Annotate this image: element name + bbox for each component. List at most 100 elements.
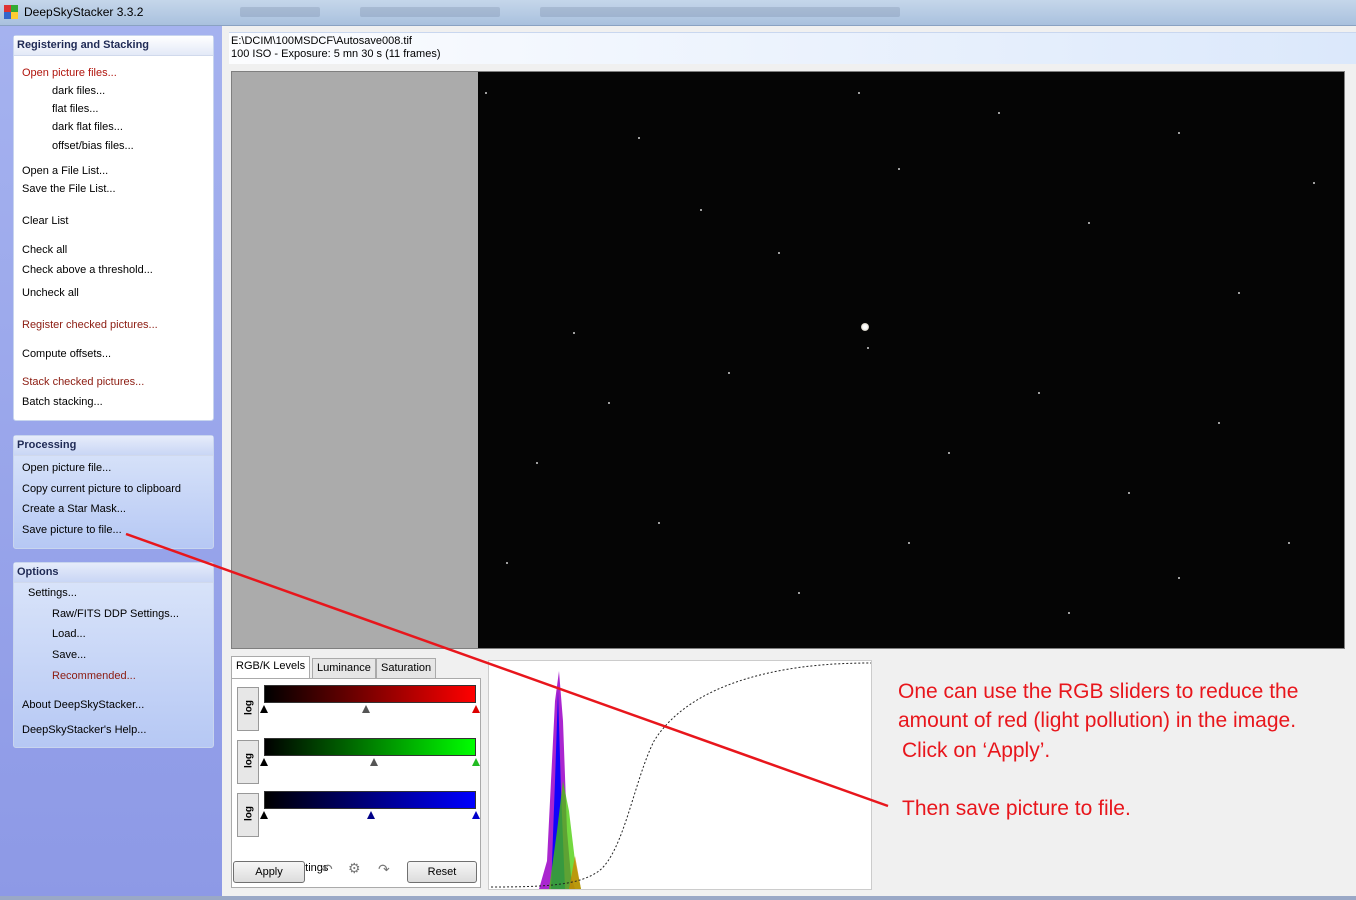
red-low-handle[interactable] <box>260 705 268 713</box>
left-panel: Registering and Stacking Open picture fi… <box>0 26 222 898</box>
star <box>798 592 800 594</box>
histogram <box>488 660 872 890</box>
red-mid-handle[interactable] <box>362 705 370 713</box>
offset-bias-files-link[interactable]: offset/bias files... <box>52 140 134 152</box>
blue-log-toggle[interactable]: log <box>237 793 259 837</box>
green-mid-handle[interactable] <box>370 758 378 766</box>
file-info-header: E:\DCIM\100MSDCF\Autosave008.tif 100 ISO… <box>229 32 1356 64</box>
recommended-settings-link[interactable]: Recommended... <box>52 670 136 682</box>
create-star-mask-link[interactable]: Create a Star Mask... <box>22 503 126 515</box>
register-checked-link[interactable]: Register checked pictures... <box>22 319 158 331</box>
star <box>998 112 1000 114</box>
processing-group-title: Processing <box>14 436 213 456</box>
annotation-line-1: One can use the RGB sliders to reduce th… <box>898 680 1299 703</box>
red-high-handle[interactable] <box>472 705 480 713</box>
green-log-toggle[interactable]: log <box>237 740 259 784</box>
log-label: log <box>243 753 255 768</box>
star <box>485 92 487 94</box>
copy-to-clipboard-link[interactable]: Copy current picture to clipboard <box>22 483 181 495</box>
star <box>658 522 660 524</box>
blue-low-handle[interactable] <box>260 811 268 819</box>
blue-gradient <box>264 791 476 809</box>
star <box>573 332 575 334</box>
options-group-title: Options <box>14 563 213 583</box>
window-bottom-border <box>0 896 1356 900</box>
log-label: log <box>243 700 255 715</box>
tab-luminance[interactable]: Luminance <box>312 658 376 678</box>
tab-rgb-levels[interactable]: RGB/K Levels <box>231 656 311 678</box>
help-link[interactable]: DeepSkyStacker's Help... <box>22 724 146 736</box>
red-slider-track[interactable] <box>264 704 476 722</box>
star <box>1178 577 1180 579</box>
flat-files-link[interactable]: flat files... <box>52 103 98 115</box>
batch-stacking-link[interactable]: Batch stacking... <box>22 396 103 408</box>
star <box>1178 132 1180 134</box>
star <box>1068 612 1070 614</box>
dark-files-link[interactable]: dark files... <box>52 85 105 97</box>
open-file-list-link[interactable]: Open a File List... <box>22 165 108 177</box>
save-settings-link[interactable]: Save... <box>52 649 86 661</box>
star <box>1288 542 1290 544</box>
raw-fits-settings-link[interactable]: Raw/FITS DDP Settings... <box>52 608 179 620</box>
open-picture-file-link[interactable]: Open picture file... <box>22 462 111 474</box>
annotation-line-4: Then save picture to file. <box>902 797 1131 820</box>
redo-icon[interactable]: ↷ <box>378 861 390 878</box>
red-slider-row: log <box>235 683 480 733</box>
green-high-handle[interactable] <box>472 758 480 766</box>
star <box>948 452 950 454</box>
reset-button[interactable]: Reset <box>407 861 477 883</box>
blue-mid-handle[interactable] <box>367 811 375 819</box>
rgb-levels-panel: log log log Linked settings <box>231 678 481 888</box>
check-all-link[interactable]: Check all <box>22 244 67 256</box>
save-picture-to-file-link[interactable]: Save picture to file... <box>22 524 122 536</box>
title-bar: DeepSkyStacker 3.3.2 <box>0 0 1356 26</box>
histogram-plot <box>490 662 872 889</box>
apply-button[interactable]: Apply <box>233 861 305 883</box>
star <box>608 402 610 404</box>
stacked-image[interactable] <box>478 72 1344 648</box>
tab-saturation[interactable]: Saturation <box>376 658 437 678</box>
uncheck-all-link[interactable]: Uncheck all <box>22 287 79 299</box>
open-picture-files-link[interactable]: Open picture files... <box>22 67 117 79</box>
green-gradient <box>264 738 476 756</box>
star <box>858 92 860 94</box>
background-window-ghost <box>540 7 900 17</box>
undo-icon[interactable]: ↶ <box>321 861 333 878</box>
star <box>700 209 702 211</box>
stack-checked-link[interactable]: Stack checked pictures... <box>22 376 144 388</box>
dark-flat-files-link[interactable]: dark flat files... <box>52 121 123 133</box>
options-group: Options Settings... Raw/FITS DDP Setting… <box>13 562 214 748</box>
star <box>867 347 869 349</box>
blue-slider-row: log <box>235 789 480 839</box>
star <box>1238 292 1240 294</box>
background-window-ghost <box>240 7 320 17</box>
clear-list-link[interactable]: Clear List <box>22 215 68 227</box>
star <box>506 562 508 564</box>
green-low-handle[interactable] <box>260 758 268 766</box>
check-threshold-link[interactable]: Check above a threshold... <box>22 264 153 276</box>
file-details: 100 ISO - Exposure: 5 mn 30 s (11 frames… <box>231 48 441 60</box>
image-viewer[interactable] <box>231 71 1345 649</box>
save-file-list-link[interactable]: Save the File List... <box>22 183 116 195</box>
star <box>1128 492 1130 494</box>
star <box>1313 182 1315 184</box>
star <box>1088 222 1090 224</box>
registering-group-title: Registering and Stacking <box>14 36 213 56</box>
red-log-toggle[interactable]: log <box>237 687 259 731</box>
compute-offsets-link[interactable]: Compute offsets... <box>22 348 111 360</box>
window-title: DeepSkyStacker 3.3.2 <box>24 5 144 19</box>
star <box>638 137 640 139</box>
gear-icon[interactable]: ⚙ <box>348 860 361 877</box>
settings-link[interactable]: Settings... <box>28 587 77 599</box>
registering-group: Registering and Stacking Open picture fi… <box>13 35 214 421</box>
about-link[interactable]: About DeepSkyStacker... <box>22 699 144 711</box>
star <box>728 372 730 374</box>
load-settings-link[interactable]: Load... <box>52 628 86 640</box>
red-gradient <box>264 685 476 703</box>
blue-high-handle[interactable] <box>472 811 480 819</box>
star <box>898 168 900 170</box>
annotation-line-3: Click on ‘Apply’. <box>902 739 1051 762</box>
star <box>1218 422 1220 424</box>
annotation-line-2: amount of red (light pollution) in the i… <box>898 709 1297 732</box>
green-slider-row: log <box>235 736 480 786</box>
